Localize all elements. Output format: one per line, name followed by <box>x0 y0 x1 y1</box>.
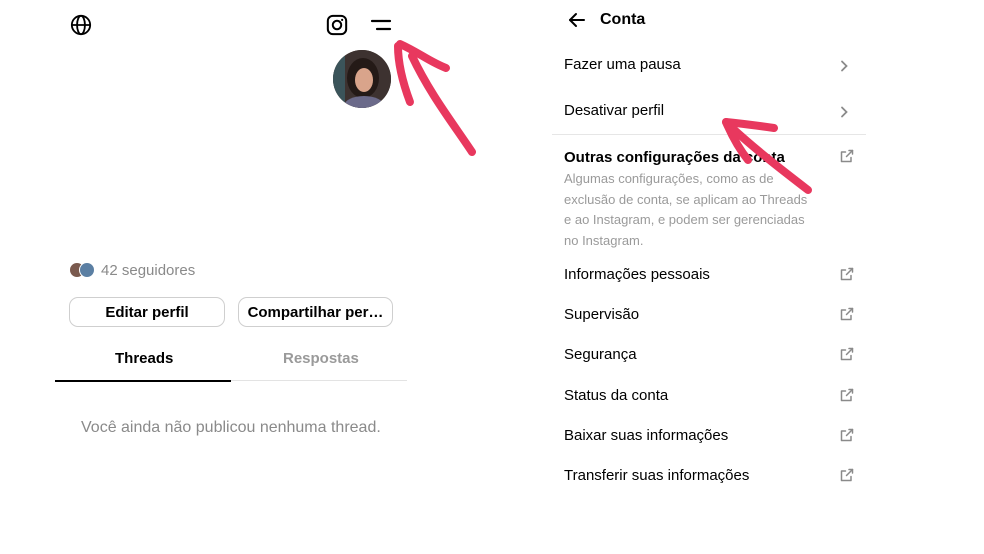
tab-threads[interactable]: Threads <box>115 350 173 367</box>
instagram-icon[interactable] <box>326 14 348 36</box>
menu-icon[interactable] <box>370 16 392 34</box>
share-profile-button[interactable]: Compartilhar per… <box>238 297 393 327</box>
menu-item-download-info[interactable]: Baixar suas informações <box>564 427 728 444</box>
external-link-icon <box>840 468 854 482</box>
external-link-icon <box>840 428 854 442</box>
external-link-icon <box>840 388 854 402</box>
menu-item-deactivate-profile[interactable]: Desativar perfil <box>564 102 664 119</box>
menu-item-account-status[interactable]: Status da conta <box>564 387 668 404</box>
active-tab-indicator <box>55 380 231 382</box>
menu-item-personal-info[interactable]: Informações pessoais <box>564 266 710 283</box>
page-title: Conta <box>600 11 646 28</box>
other-settings-description: Algumas configurações, como as de exclus… <box>564 171 808 248</box>
menu-item-transfer-info[interactable]: Transferir suas informações <box>564 467 749 484</box>
annotation-arrow <box>394 40 476 156</box>
external-link-icon <box>840 149 854 163</box>
section-divider <box>552 134 866 135</box>
empty-state-text: Você ainda não publicou nenhuma thread. <box>81 419 381 436</box>
tab-replies[interactable]: Respostas <box>283 350 359 367</box>
other-settings-title[interactable]: Outras configurações da conta <box>564 149 785 166</box>
menu-item-security[interactable]: Segurança <box>564 346 637 363</box>
globe-icon[interactable] <box>70 14 92 36</box>
tab-divider <box>231 380 407 381</box>
chevron-right-icon <box>841 106 848 118</box>
external-link-icon <box>840 307 854 321</box>
menu-item-take-break[interactable]: Fazer uma pausa <box>564 56 681 73</box>
followers-row[interactable]: 42 seguidores <box>69 261 195 279</box>
menu-item-supervision[interactable]: Supervisão <box>564 306 639 323</box>
avatar[interactable] <box>333 50 391 108</box>
edit-profile-button[interactable]: Editar perfil <box>69 297 225 327</box>
external-link-icon <box>840 347 854 361</box>
followers-count[interactable]: 42 seguidores <box>101 262 195 279</box>
chevron-right-icon <box>841 60 848 72</box>
follower-avatar <box>79 262 95 278</box>
external-link-icon <box>840 267 854 281</box>
account-settings-panel: Conta Fazer uma pausa Desativar perfil O… <box>540 0 984 554</box>
back-arrow-icon[interactable] <box>568 12 586 28</box>
profile-panel: 42 seguidores Editar perfil Compartilhar… <box>0 0 476 554</box>
